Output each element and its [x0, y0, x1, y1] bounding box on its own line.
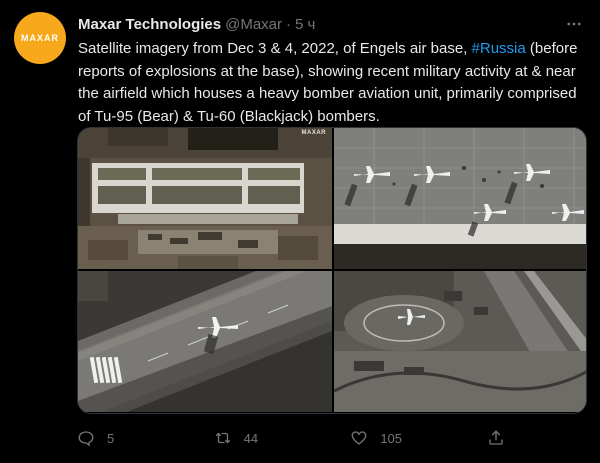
author-name[interactable]: Maxar Technologies [78, 16, 221, 33]
media-image-3[interactable] [78, 271, 332, 412]
media-image-4[interactable] [334, 271, 586, 412]
media-image-1[interactable]: MAXAR [78, 128, 332, 269]
tweet-text-part-1: Satellite imagery from Dec 3 & 4, 2022, … [78, 40, 472, 57]
tweet-text: Satellite imagery from Dec 3 & 4, 2022, … [78, 38, 590, 128]
tweet[interactable]: MAXAR Maxar Technologies @Maxar · 5 ч Sa… [0, 0, 600, 463]
separator: · [286, 15, 291, 33]
avatar-logo-text: MAXAR [21, 33, 59, 43]
like-count: 105 [380, 430, 403, 446]
avatar[interactable]: MAXAR [14, 12, 66, 64]
share-button[interactable] [487, 429, 507, 447]
media-grid: MAXAR [77, 127, 587, 414]
heart-icon [351, 431, 367, 445]
timestamp[interactable]: 5 ч [295, 16, 315, 33]
media-image-2[interactable] [334, 128, 586, 269]
satellite-bombers-apron-image [334, 128, 586, 269]
satellite-runway-bomber-image [78, 271, 332, 412]
tweet-header: Maxar Technologies @Maxar · 5 ч [78, 14, 315, 34]
author-handle[interactable]: @Maxar [225, 16, 282, 33]
more-options-button[interactable] [562, 12, 586, 36]
more-icon [567, 22, 581, 26]
satellite-revetment-bomber-image [334, 271, 586, 412]
reply-count: 5 [107, 430, 115, 446]
retweet-count: 44 [243, 430, 259, 446]
reply-button[interactable]: 5 [77, 429, 137, 447]
watermark: MAXAR [301, 130, 326, 136]
satellite-airbase-overview-image [78, 128, 332, 269]
tweet-actions: 5 44 105 [77, 428, 507, 448]
share-icon [489, 430, 503, 445]
like-button[interactable]: 105 [350, 429, 410, 447]
retweet-icon [215, 432, 230, 444]
hashtag-link[interactable]: #Russia [472, 40, 526, 57]
reply-icon [78, 431, 94, 447]
retweet-button[interactable]: 44 [214, 429, 274, 447]
